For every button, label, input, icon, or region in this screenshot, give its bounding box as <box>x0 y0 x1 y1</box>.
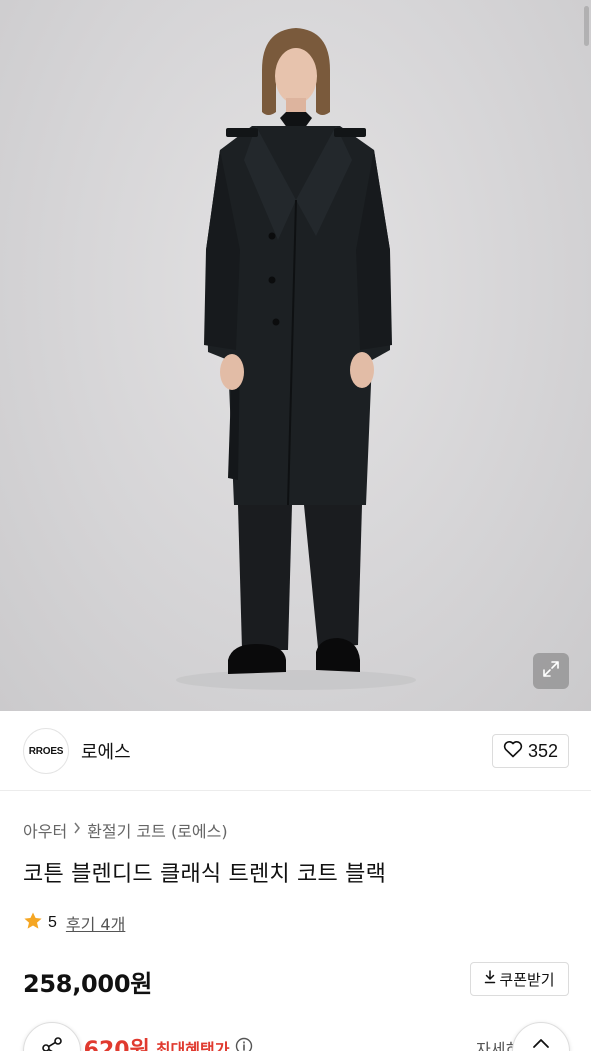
rating: 5 후기 4개 <box>23 911 125 935</box>
chevron-up-icon <box>531 1035 551 1051</box>
chevron-right-icon <box>73 822 81 838</box>
product-title: 코튼 블렌디드 클래식 트렌치 코트 블랙 <box>23 862 387 887</box>
breadcrumb: 아우터 환절기 코트 (로에스) <box>23 818 228 842</box>
star-icon <box>23 911 43 935</box>
product-page: RROES 로에스 352 아우터 환절기 코트 (로에스) 코튼 블렌디드 클… <box>0 0 591 1051</box>
like-button[interactable]: 352 <box>492 734 569 768</box>
heart-icon <box>503 740 523 763</box>
expand-button[interactable] <box>533 653 569 689</box>
coupon-label: 쿠폰받기 <box>499 970 555 989</box>
coupon-button[interactable]: 쿠폰받기 <box>470 962 569 996</box>
model-illustration <box>176 28 416 690</box>
scrollbar-thumb[interactable] <box>584 6 589 46</box>
max-benefit-price: 0,620원 최대혜택가 <box>60 1032 253 1051</box>
expand-icon <box>542 660 560 682</box>
info-icon[interactable] <box>235 1037 253 1051</box>
breadcrumb-subcategory[interactable]: 환절기 코트 (로에스) <box>87 818 227 842</box>
like-count: 352 <box>527 740 559 761</box>
rating-score: 5 <box>48 914 57 931</box>
breadcrumb-category[interactable]: 아우터 <box>23 818 67 842</box>
reviews-link[interactable]: 후기 4개 <box>66 911 125 935</box>
brand-name[interactable]: 로에스 <box>81 738 131 764</box>
scroll-top-button[interactable] <box>512 1022 570 1051</box>
brand-logo[interactable]: RROES <box>23 728 69 774</box>
download-icon <box>484 970 496 988</box>
product-image[interactable] <box>0 0 591 711</box>
benefit-label: 최대혜택가 <box>155 1040 230 1051</box>
product-price: 258,000원 <box>23 970 152 998</box>
share-icon <box>40 1035 64 1051</box>
share-button[interactable] <box>23 1022 81 1051</box>
